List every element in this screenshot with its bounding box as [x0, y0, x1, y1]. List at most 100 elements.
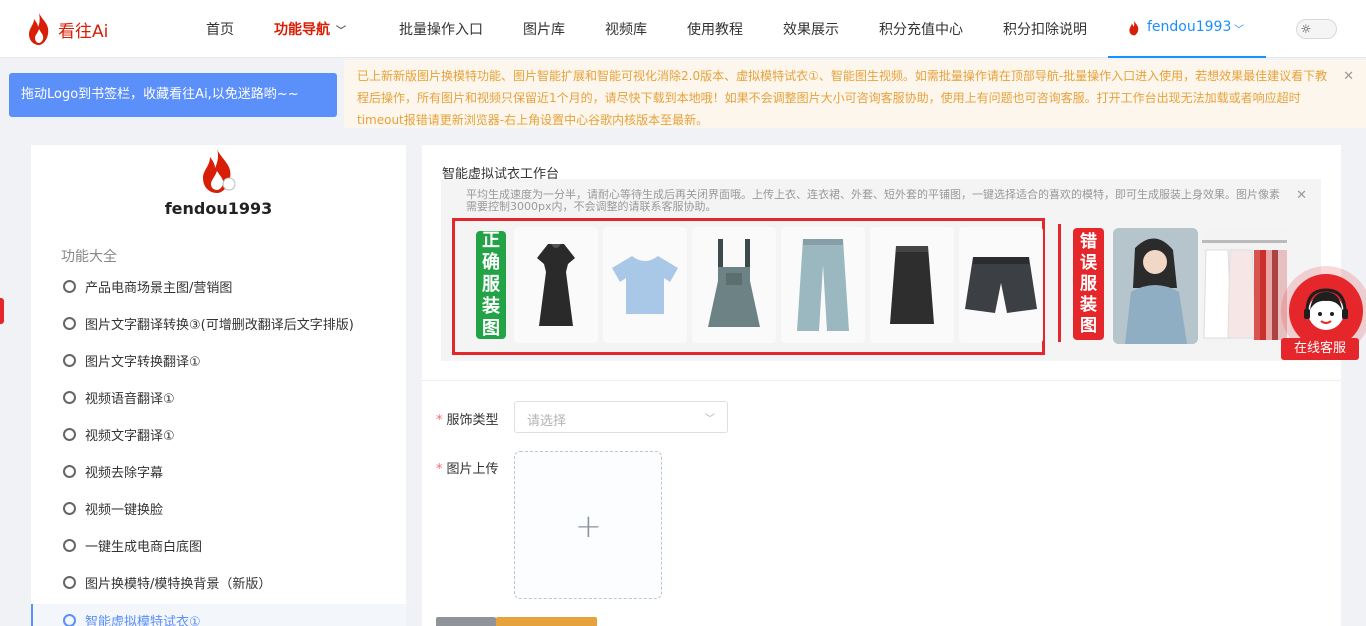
wrong-example-rack-photo [1202, 228, 1287, 344]
wrong-label-char: 装 [1080, 294, 1097, 315]
radio-icon [63, 576, 76, 589]
correct-label-char: 正 [482, 230, 500, 251]
theme-toggle[interactable]: ☼ [1296, 19, 1337, 39]
brand-name: 看往Ai [58, 21, 109, 42]
sidebar-item-label: 一键生成电商白底图 [85, 540, 203, 555]
example-tshirt-image [603, 227, 687, 343]
section-divider [422, 380, 1341, 381]
notice-bar: 已上新新版图片换模特功能、图片智能扩展和智能可视化消除2.0版本、虚拟模特试衣①… [344, 60, 1366, 128]
section-title: 功能大全 [61, 249, 117, 265]
example-skirt-image [870, 227, 954, 343]
radio-icon [63, 428, 76, 441]
chevron-down-icon: ﹀ [336, 26, 346, 37]
brand-logo[interactable]: 看往Ai [26, 12, 108, 46]
nav-video-library[interactable]: 视频库 [605, 19, 647, 39]
wrong-label-char: 误 [1080, 252, 1097, 273]
nav-image-library[interactable]: 图片库 [523, 19, 565, 39]
sidebar-item-label: 图片文字翻译转换③(可增删改翻译后文字排版) [85, 318, 354, 333]
sidebar-item-face-swap[interactable]: 视频一键换脸 [31, 492, 406, 526]
sidebar: fendou1993 功能大全 产品电商场景主图/营销图 图片文字翻译转换③(可… [31, 145, 406, 626]
radio-icon [63, 317, 76, 330]
top-nav: 看往Ai 首页 功能导航 ﹀ 批量操作入口 图片库 视频库 使用教程 效果展示 积… [0, 0, 1366, 58]
workspace-panel: 智能虚拟试衣工作台 平均生成速度为一分半，请耐心等待生成后再关闭界面哦。上传上衣… [422, 145, 1341, 626]
sidebar-item-image-translate-1[interactable]: 图片文字转换翻译① [31, 344, 406, 378]
sidebar-item-white-background[interactable]: 一键生成电商白底图 [31, 529, 406, 563]
sun-icon: ☼ [1300, 22, 1312, 36]
close-icon[interactable]: ✕ [1343, 66, 1354, 88]
jeans-icon [797, 239, 849, 331]
sidebar-item-remove-subtitles[interactable]: 视频去除字幕 [31, 455, 406, 489]
chevron-down-icon: ﹀ [1234, 25, 1244, 36]
sidebar-username: fendou1993 [164, 199, 273, 218]
sidebar-item-label: 视频语音翻译① [85, 392, 175, 407]
image-upload-label: * 图片上传 [436, 458, 499, 477]
sidebar-item-model-swap[interactable]: 图片换模特/模特换背景（新版） [31, 566, 406, 600]
user-menu[interactable]: fendou1993 ﹀ [1108, 0, 1266, 58]
correct-examples-box: 正 确 服 装 图 [452, 218, 1045, 355]
wrong-label-char: 错 [1080, 231, 1097, 252]
image-upload-box[interactable]: + [514, 451, 662, 599]
wrong-label-char: 图 [1080, 315, 1097, 336]
example-dress-image [514, 227, 598, 343]
radio-icon [63, 465, 76, 478]
dress-icon [537, 244, 575, 326]
clothing-type-label: * 服饰类型 [436, 409, 499, 428]
bookmark-banner: 拖动Logo到书签栏，收藏看往Ai,以免迷路哟~~ [9, 73, 337, 117]
radio-icon [63, 354, 76, 367]
select-placeholder: 请选择 [527, 414, 567, 429]
sidebar-item-scene-image[interactable]: 产品电商场景主图/营销图 [31, 270, 406, 304]
required-mark: * [436, 462, 443, 477]
sidebar-item-video-voice[interactable]: 视频语音翻译① [31, 381, 406, 415]
radio-icon [63, 614, 76, 626]
radio-icon [63, 280, 76, 293]
clothing-type-select[interactable]: 请选择 ﹀ [514, 401, 728, 433]
example-overalls-image [692, 227, 776, 343]
user-name: fendou1993 [1147, 19, 1232, 35]
radio-icon [63, 539, 76, 552]
nav-showcase[interactable]: 效果展示 [783, 19, 839, 39]
tshirt-icon [612, 256, 678, 314]
example-shorts-image [959, 227, 1043, 343]
nav-recharge[interactable]: 积分充值中心 [879, 19, 963, 39]
radio-icon [63, 391, 76, 404]
sidebar-item-label: 智能虚拟模特试衣① [85, 615, 201, 626]
shorts-icon [965, 257, 1037, 313]
sidebar-item-label: 视频去除字幕 [85, 466, 164, 481]
chevron-down-icon: ﹀ [705, 414, 715, 425]
sidebar-item-label: 图片文字转换翻译① [85, 355, 201, 370]
plus-icon: + [575, 507, 602, 545]
correct-label: 正 确 服 装 图 [476, 230, 506, 339]
correct-label-char: 服 [482, 274, 500, 295]
sidebar-item-video-text[interactable]: 视频文字翻译① [31, 418, 406, 452]
flame-logo-icon [29, 13, 49, 45]
radio-icon [63, 502, 76, 515]
nav-home[interactable]: 首页 [206, 19, 234, 39]
nav-feature-menu[interactable]: 功能导航 ﹀ [274, 19, 346, 39]
tips-alert: 平均生成速度为一分半，请耐心等待生成后再关闭界面哦。上传上衣、连衣裙、外套、短外… [441, 179, 1321, 361]
required-mark: * [436, 413, 443, 428]
nav-tutorial[interactable]: 使用教程 [687, 19, 743, 39]
sidebar-item-image-translate-3[interactable]: 图片文字翻译转换③(可增删改翻译后文字排版) [31, 307, 406, 341]
service-label: 在线客服 [1281, 338, 1359, 360]
wrong-label-char: 服 [1080, 273, 1097, 294]
wrong-label: 错 误 服 装 图 [1073, 228, 1104, 340]
correct-label-char: 图 [482, 318, 500, 339]
sidebar-item-label: 图片换模特/模特换背景（新版） [85, 577, 272, 592]
wrong-example-model-photo [1113, 228, 1198, 344]
close-icon[interactable]: ✕ [1296, 188, 1307, 203]
secondary-button[interactable] [436, 617, 496, 626]
sidebar-item-label: 视频一键换脸 [85, 503, 164, 518]
clothing-rack-icon [1202, 228, 1287, 344]
left-edge-tab[interactable] [0, 298, 4, 324]
headset-agent-icon [1304, 288, 1348, 330]
primary-button[interactable] [496, 617, 597, 626]
model-photo-icon [1113, 228, 1198, 344]
online-service-widget[interactable]: 在线客服 [1281, 266, 1366, 360]
sidebar-item-virtual-tryon[interactable]: 智能虚拟模特试衣① [31, 604, 406, 626]
divider-line [1058, 224, 1061, 342]
clothing-type-label-text: 服饰类型 [446, 413, 499, 428]
nav-points-info[interactable]: 积分扣除说明 [1003, 19, 1087, 39]
tips-text: 平均生成速度为一分半，请耐心等待生成后再关闭界面哦。上传上衣、连衣裙、外套、短外… [466, 189, 1280, 213]
nav-feature-label: 功能导航 [274, 22, 330, 38]
nav-batch[interactable]: 批量操作入口 [399, 19, 483, 39]
